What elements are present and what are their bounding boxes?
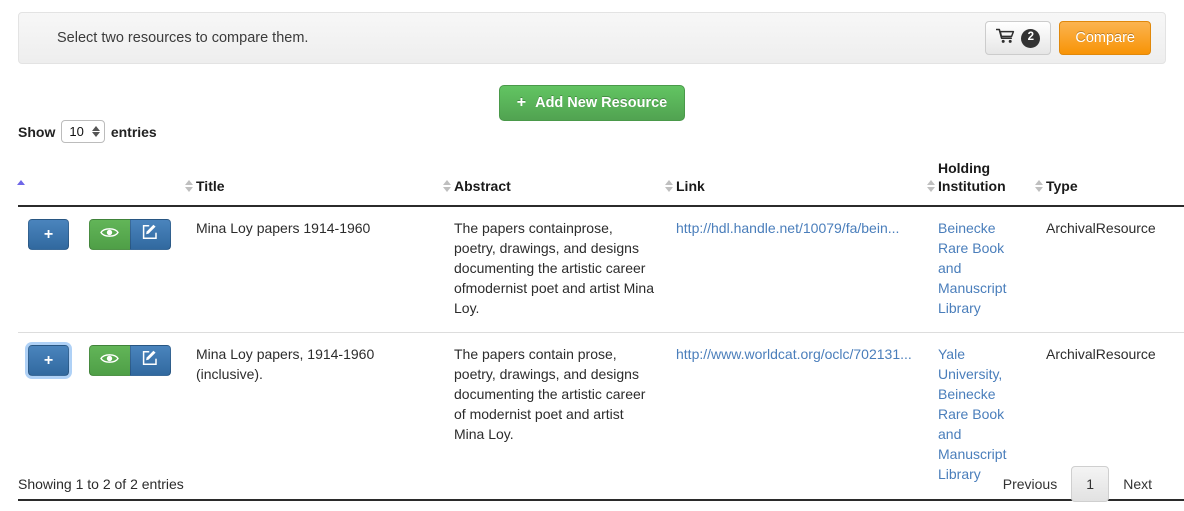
pagination-next[interactable]: Next [1109, 467, 1166, 501]
row-action-group [88, 219, 171, 250]
column-header-link[interactable]: Link [664, 152, 928, 207]
cell-link: http://www.worldcat.org/oclc/702131... [666, 332, 928, 501]
add-to-compare-button[interactable]: + [28, 345, 69, 377]
add-new-resource-label: Add New Resource [535, 95, 668, 111]
column-header-holding-institution-label: Holding Institution [938, 160, 1006, 194]
add-to-compare-button[interactable]: + [28, 219, 69, 250]
column-header-type-label: Type [1046, 177, 1078, 194]
pen-to-square-icon [142, 224, 158, 246]
view-resource-button[interactable] [88, 345, 130, 377]
holding-institution-link[interactable]: Beinecke Rare Book and Manuscript Librar… [938, 219, 1026, 318]
alert-actions: 2 Compare [985, 21, 1151, 55]
cell-title: Mina Loy papers, 1914-1960 (inclusive). [186, 332, 444, 501]
resource-link[interactable]: http://hdl.handle.net/10079/fa/bein... [676, 220, 899, 236]
holding-institution-link[interactable]: Yale University, Beinecke Rare Book and … [938, 345, 1026, 484]
length-menu-suffix: entries [110, 123, 157, 140]
compare-alert-bar: Select two resources to compare them. 2 … [18, 12, 1166, 64]
cell-abstract: The papers contain prose, poetry, drawin… [444, 332, 666, 501]
cell-type: ArchivalResource [1036, 206, 1184, 334]
add-resource-row: + Add New Resource [0, 85, 1184, 121]
length-menu: Show 10 entries [18, 120, 157, 143]
sort-toggle-icon[interactable] [926, 180, 936, 192]
sort-toggle-icon[interactable] [184, 180, 194, 192]
cell-abstract: The papers containprose, poetry, drawing… [444, 206, 666, 334]
sort-toggle-icon[interactable] [1034, 180, 1044, 192]
table-head: Title Abstract Link Holding Institution … [16, 152, 1184, 207]
resources-table: Title Abstract Link Holding Institution … [16, 152, 1184, 501]
cell-link: http://hdl.handle.net/10079/fa/bein... [666, 206, 928, 334]
column-header-link-label: Link [676, 177, 705, 194]
sort-toggle-icon[interactable] [442, 180, 452, 192]
row-actions-cell: + [18, 206, 186, 334]
length-menu-prefix: Show [18, 123, 56, 140]
eye-icon [100, 225, 120, 245]
shopping-cart-icon [996, 28, 1015, 49]
cell-title: Mina Loy papers 1914-1960 [186, 206, 444, 334]
pen-to-square-icon [142, 350, 158, 372]
sort-ascending-icon[interactable] [16, 180, 26, 185]
pagination-page-1[interactable]: 1 [1071, 466, 1110, 502]
column-header-actions[interactable] [16, 152, 186, 207]
sort-toggle-icon[interactable] [664, 180, 674, 192]
cart-button[interactable]: 2 [985, 21, 1052, 55]
resource-compare-page: Select two resources to compare them. 2 … [0, 0, 1184, 511]
table-header-row: Title Abstract Link Holding Institution … [16, 152, 1184, 207]
entries-per-page-value: 10 [69, 124, 84, 139]
row-actions-cell: + [18, 332, 186, 501]
edit-resource-button[interactable] [129, 219, 171, 250]
compare-button[interactable]: Compare [1059, 21, 1151, 55]
table-body: + Mina Loy papers 1914-1960 The papers c… [18, 206, 1184, 501]
add-new-resource-button[interactable]: + Add New Resource [498, 85, 686, 121]
cart-count-badge: 2 [1021, 28, 1041, 48]
alert-message: Select two resources to compare them. [57, 30, 309, 46]
pagination-previous[interactable]: Previous [989, 467, 1071, 501]
pagination: Previous 1 Next [989, 466, 1166, 502]
column-header-title[interactable]: Title [184, 152, 444, 207]
view-resource-button[interactable] [88, 219, 130, 250]
table-info: Showing 1 to 2 of 2 entries [18, 476, 184, 492]
column-header-type[interactable]: Type [1034, 152, 1184, 207]
column-header-abstract[interactable]: Abstract [442, 152, 666, 207]
column-header-abstract-label: Abstract [454, 177, 511, 194]
column-header-title-label: Title [196, 177, 225, 194]
plus-icon: + [516, 94, 527, 111]
stepper-arrows-icon[interactable] [91, 126, 100, 137]
edit-resource-button[interactable] [129, 345, 171, 377]
table-row: + [18, 206, 1184, 334]
eye-icon [100, 351, 120, 371]
resource-link[interactable]: http://www.worldcat.org/oclc/702131... [676, 346, 912, 362]
column-header-holding-institution[interactable]: Holding Institution [926, 152, 1036, 207]
cell-holding-institution: Beinecke Rare Book and Manuscript Librar… [928, 206, 1036, 334]
entries-per-page-select[interactable]: 10 [61, 120, 105, 143]
row-action-group [88, 345, 171, 377]
